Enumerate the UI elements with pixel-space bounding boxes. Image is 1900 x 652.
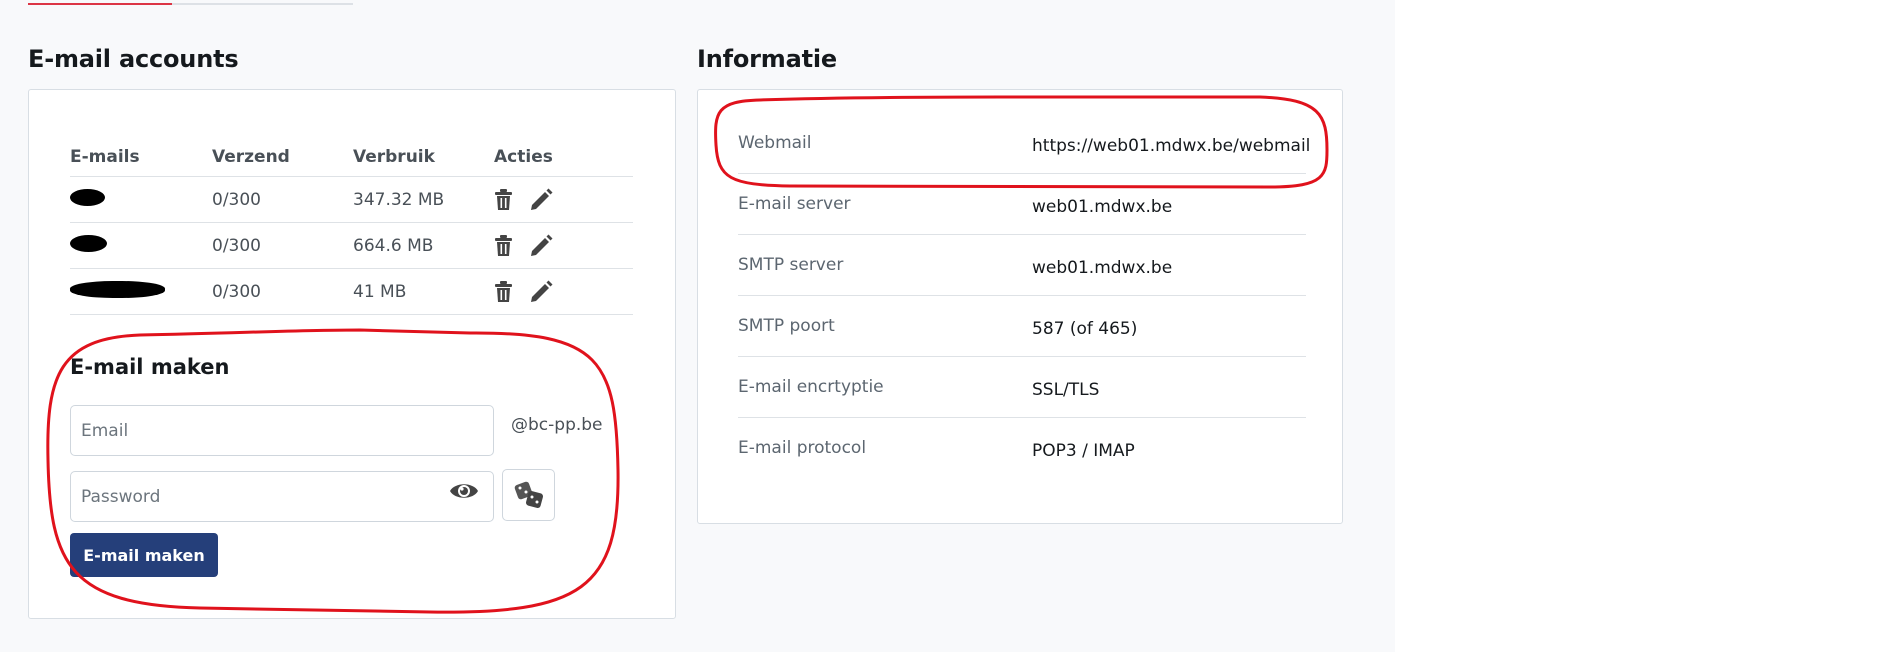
actions-cell bbox=[494, 268, 633, 315]
email-input[interactable] bbox=[70, 405, 494, 456]
info-value: 587 (of 465) bbox=[1032, 319, 1138, 339]
info-label: E-mail server bbox=[738, 194, 851, 214]
table-row: 0/300 41 MB bbox=[70, 268, 633, 315]
redaction-mark bbox=[70, 234, 107, 252]
accounts-card: E-mails Verzend Verbruik Acties 0/300 34… bbox=[28, 89, 676, 619]
pencil-icon[interactable] bbox=[530, 280, 553, 303]
info-row-smtp-server: SMTP server web01.mdwx.be bbox=[738, 235, 1306, 296]
info-value: web01.mdwx.be bbox=[1032, 258, 1173, 278]
trash-icon[interactable] bbox=[494, 188, 513, 211]
verzend-cell: 0/300 bbox=[212, 176, 353, 223]
verzend-cell: 0/300 bbox=[212, 268, 353, 315]
info-label: SMTP poort bbox=[738, 316, 835, 336]
info-label: Webmail bbox=[738, 133, 812, 153]
accounts-table: E-mails Verzend Verbruik Acties 0/300 34… bbox=[70, 137, 633, 315]
info-value: web01.mdwx.be bbox=[1032, 197, 1173, 217]
trash-icon[interactable] bbox=[494, 234, 513, 257]
email-cell-redacted bbox=[70, 222, 212, 269]
create-email-title: E-mail maken bbox=[70, 355, 230, 379]
info-label: E-mail protocol bbox=[738, 438, 867, 458]
verbruik-cell: 347.32 MB bbox=[353, 176, 494, 223]
eye-icon[interactable] bbox=[449, 480, 479, 506]
redaction-mark bbox=[70, 280, 165, 298]
info-value: POP3 / IMAP bbox=[1032, 441, 1135, 461]
accounts-title: E-mail accounts bbox=[28, 45, 239, 73]
active-tab-indicator bbox=[28, 3, 172, 5]
info-value: https://web01.mdwx.be/webmail bbox=[1032, 136, 1311, 156]
info-value: SSL/TLS bbox=[1032, 380, 1100, 400]
table-row: 0/300 347.32 MB bbox=[70, 176, 633, 223]
tab-underline bbox=[28, 3, 353, 5]
info-row-protocol: E-mail protocol POP3 / IMAP bbox=[738, 418, 1306, 479]
table-row: 0/300 664.6 MB bbox=[70, 222, 633, 269]
header-verbruik: Verbruik bbox=[353, 146, 435, 167]
actions-cell bbox=[494, 222, 633, 269]
info-row-smtp-port: SMTP poort 587 (of 465) bbox=[738, 296, 1306, 357]
header-verzend: Verzend bbox=[212, 146, 290, 167]
create-email-button[interactable]: E-mail maken bbox=[70, 533, 218, 577]
dice-icon[interactable] bbox=[502, 469, 555, 521]
pencil-icon[interactable] bbox=[530, 234, 553, 257]
trash-icon[interactable] bbox=[494, 280, 513, 303]
info-row-webmail: Webmail https://web01.mdwx.be/webmail bbox=[738, 113, 1310, 174]
info-title: Informatie bbox=[697, 45, 837, 73]
info-label: SMTP server bbox=[738, 255, 844, 275]
password-input[interactable] bbox=[70, 471, 494, 522]
verbruik-cell: 664.6 MB bbox=[353, 222, 494, 269]
verzend-cell: 0/300 bbox=[212, 222, 353, 269]
pencil-icon[interactable] bbox=[530, 188, 553, 211]
email-cell-redacted bbox=[70, 176, 212, 223]
header-emails: E-mails bbox=[70, 146, 140, 167]
actions-cell bbox=[494, 176, 633, 223]
header-acties: Acties bbox=[494, 146, 553, 167]
email-cell-redacted bbox=[70, 268, 212, 315]
domain-suffix: @bc-pp.be bbox=[511, 415, 603, 435]
redaction-mark bbox=[70, 188, 105, 206]
info-row-encryption: E-mail encrtyptie SSL/TLS bbox=[738, 357, 1306, 418]
table-header-row: E-mails Verzend Verbruik Acties bbox=[70, 137, 633, 177]
info-card: Webmail https://web01.mdwx.be/webmail E-… bbox=[697, 89, 1343, 524]
info-label: E-mail encrtyptie bbox=[738, 377, 884, 397]
verbruik-cell: 41 MB bbox=[353, 268, 494, 315]
info-row-email-server: E-mail server web01.mdwx.be bbox=[738, 174, 1306, 235]
